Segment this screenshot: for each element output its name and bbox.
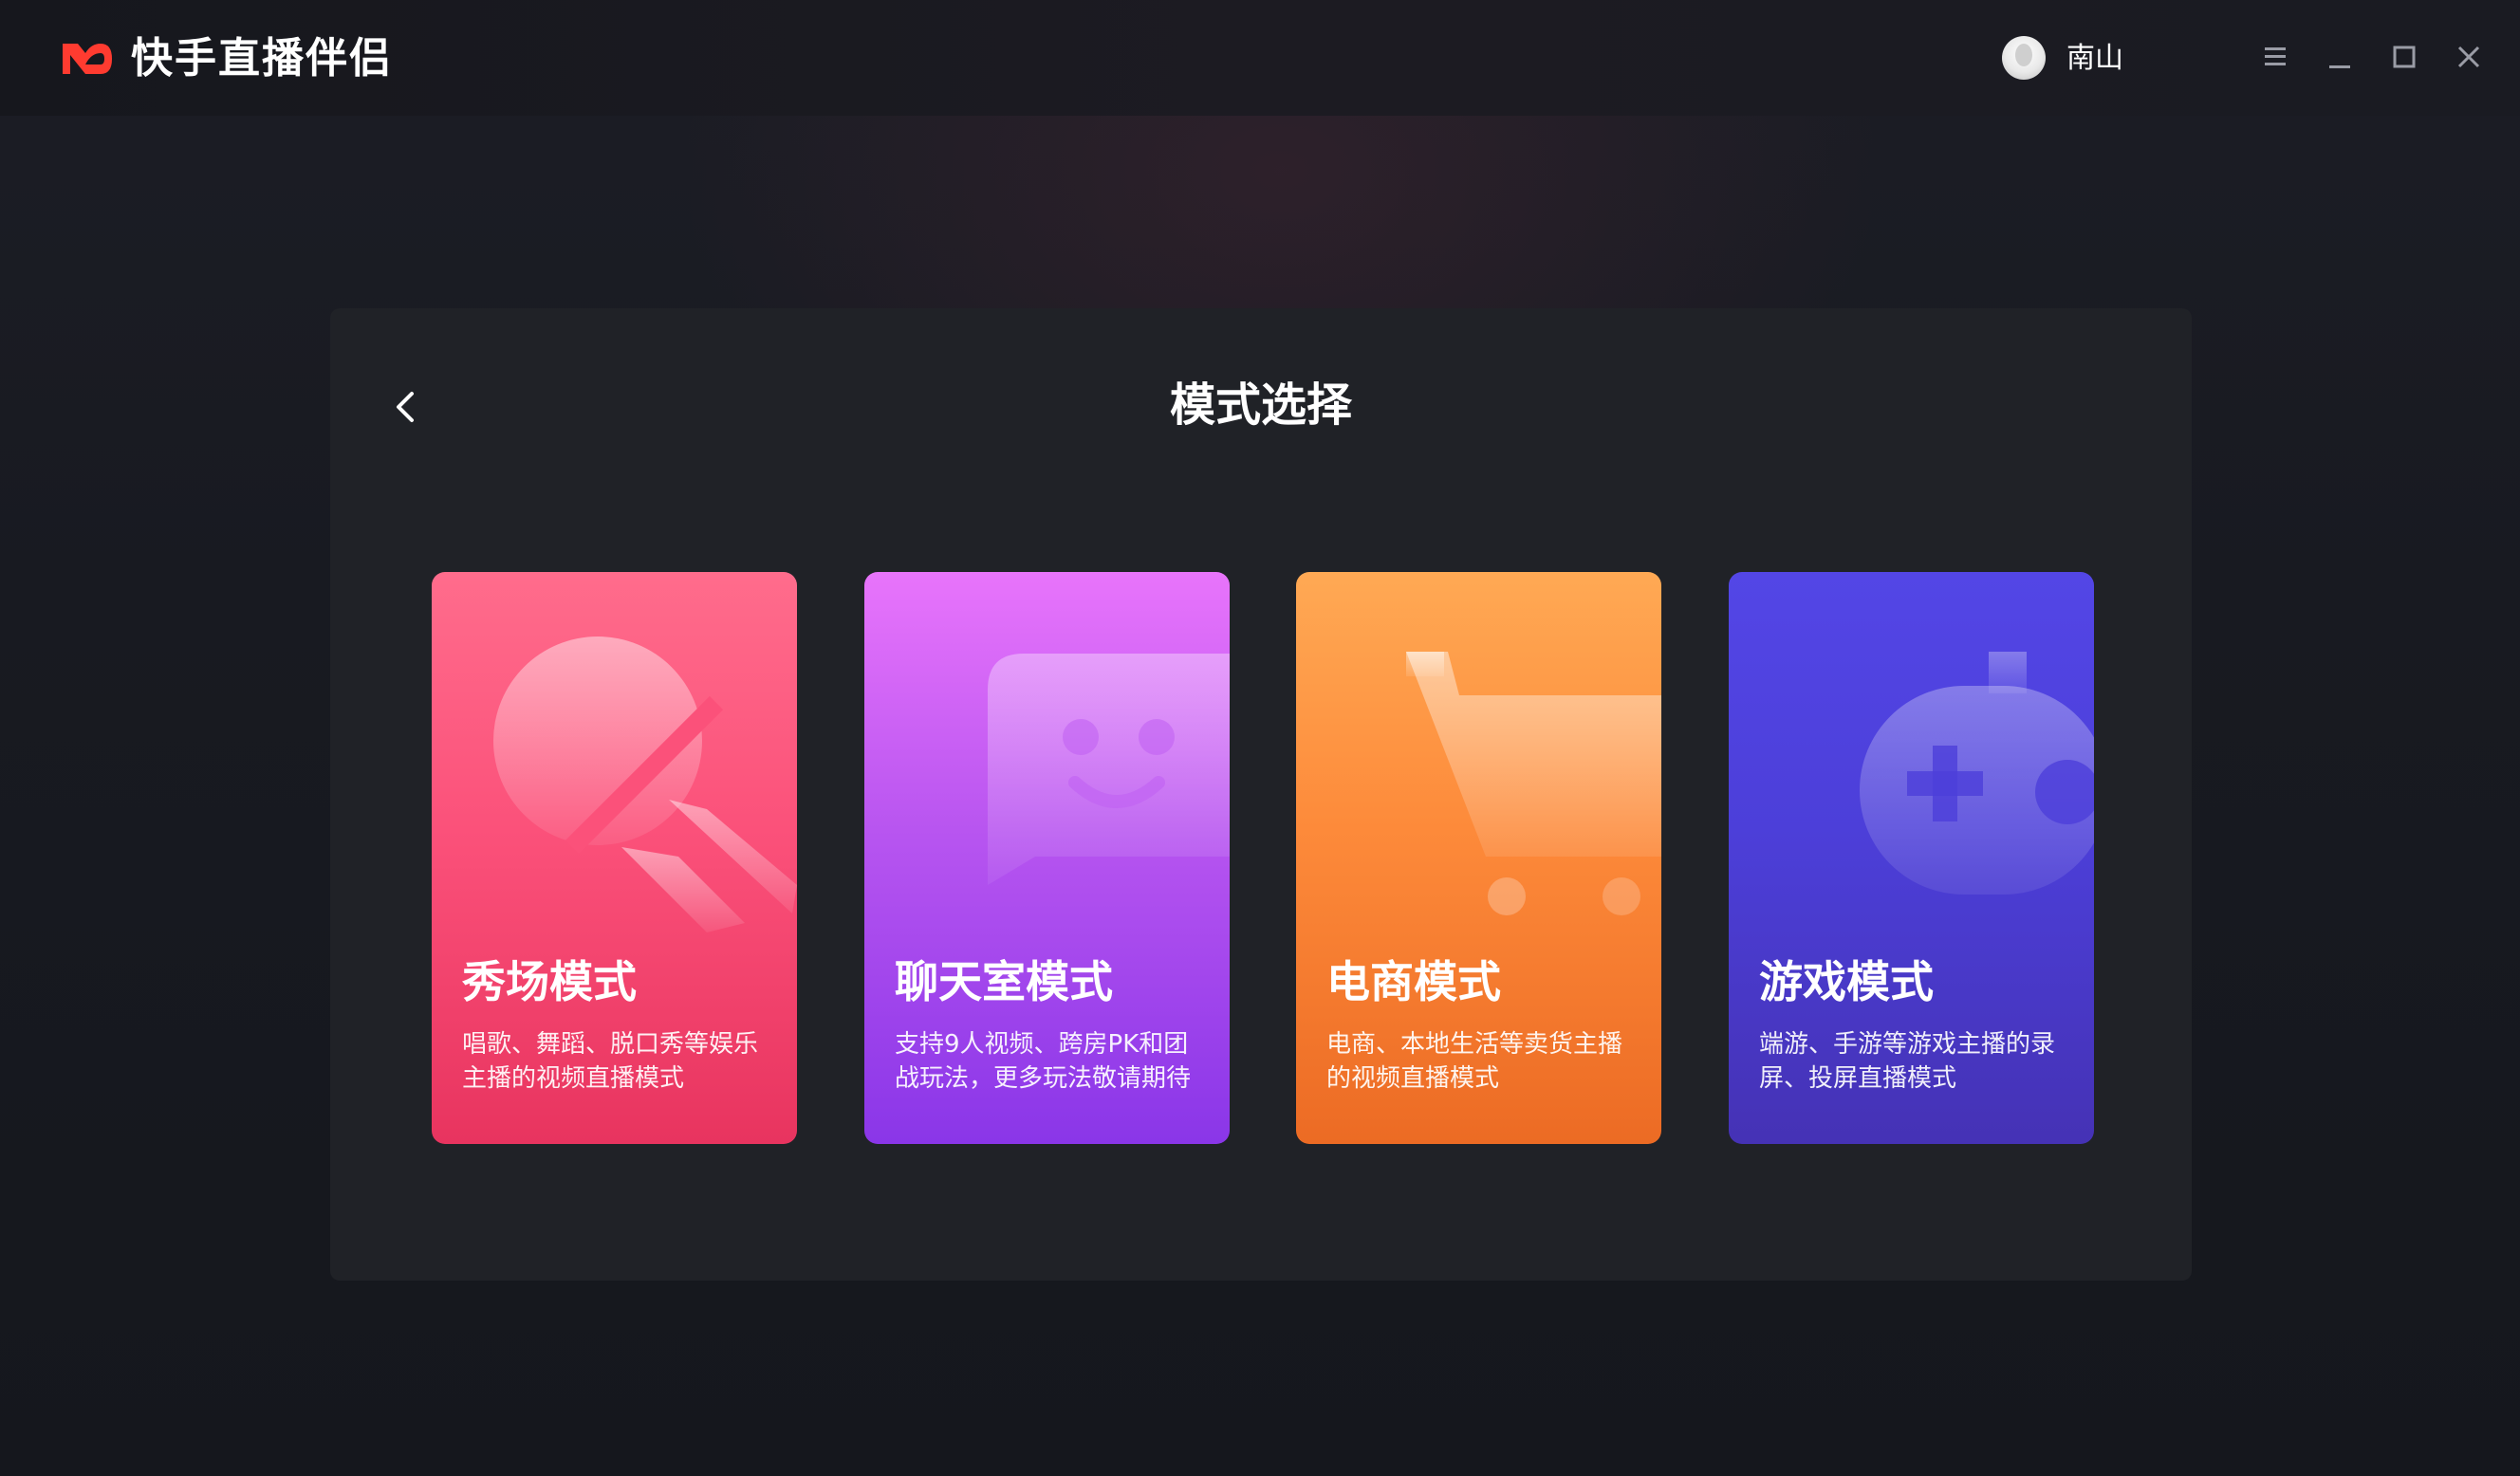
shopping-cart-icon xyxy=(1406,652,1661,915)
mode-card-desc: 唱歌、舞蹈、脱口秀等娱乐主播的视频直播模式 xyxy=(462,1030,759,1093)
mode-card-desc: 支持9人视频、跨房PK和团战玩法，更多玩法敬请期待 xyxy=(895,1030,1192,1093)
mode-card-show[interactable]: 秀场模式 唱歌、舞蹈、脱口秀等娱乐主播的视频直播模式 xyxy=(432,572,797,1144)
app-title: 快手直播伴侣 xyxy=(131,34,393,83)
mode-card-shop[interactable]: 电商模式 电商、本地生活等卖货主播的视频直播模式 xyxy=(1296,572,1661,1144)
mode-card-desc: 端游、手游等游戏主播的录屏、投屏直播模式 xyxy=(1759,1030,2056,1093)
mode-card-chat[interactable]: 聊天室模式 支持9人视频、跨房PK和团战玩法，更多玩法敬请期待 xyxy=(864,572,1230,1144)
chat-bubble-icon xyxy=(988,654,1230,885)
gamepad-icon xyxy=(1860,652,2094,895)
menu-icon[interactable] xyxy=(2256,38,2294,76)
mode-card-game[interactable]: 游戏模式 端游、手游等游戏主播的录屏、投屏直播模式 xyxy=(1729,572,2094,1144)
mode-cards: 秀场模式 唱歌、舞蹈、脱口秀等娱乐主播的视频直播模式 聊天室模式 支持9人视频、… xyxy=(432,572,2094,1146)
mode-card-title: 电商模式 xyxy=(1326,956,1501,1007)
mode-select-panel: 模式选择 秀场模式 唱歌、舞蹈、脱口秀等娱乐主播的视频直播模式 聊天室模式 支持… xyxy=(330,308,2192,1281)
panel-title: 模式选择 xyxy=(1169,378,1352,432)
title-bar: 快手直播伴侣 南山 xyxy=(0,0,2520,116)
minimize-icon[interactable] xyxy=(2321,38,2359,76)
mode-card-title: 游戏模式 xyxy=(1759,956,1934,1007)
maximize-icon[interactable] xyxy=(2385,38,2423,76)
microphone-icon xyxy=(493,637,797,932)
kuaishou-logo-icon xyxy=(63,44,112,74)
avatar[interactable] xyxy=(2002,36,2046,80)
app-window: 快手直播伴侣 南山 模式选择 秀场模式 唱歌、舞蹈、脱口秀等娱乐主播的视频直播模… xyxy=(0,0,2520,1476)
close-icon[interactable] xyxy=(2450,38,2488,76)
mode-card-desc: 电商、本地生活等卖货主播的视频直播模式 xyxy=(1326,1030,1623,1093)
username[interactable]: 南山 xyxy=(2066,40,2123,78)
mode-card-title: 聊天室模式 xyxy=(895,956,1113,1007)
mode-card-title: 秀场模式 xyxy=(462,956,637,1007)
